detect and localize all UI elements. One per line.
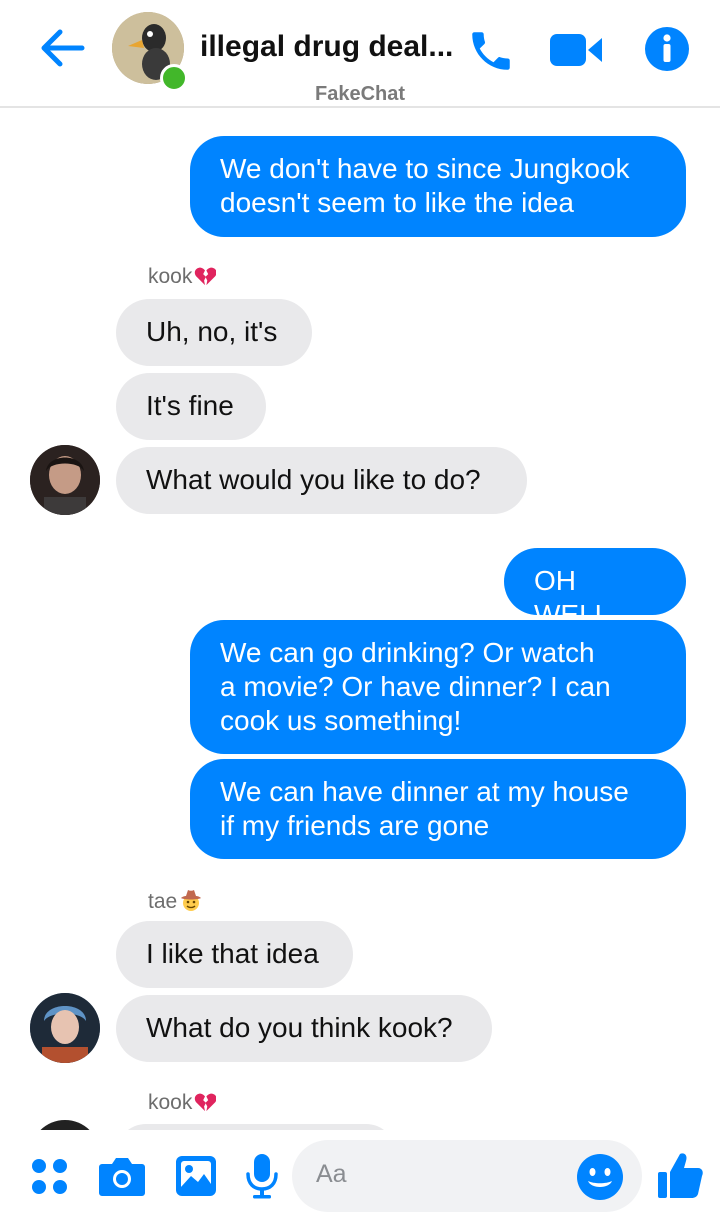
sender-label: kook xyxy=(148,265,193,288)
outgoing-message[interactable]: OH WELL xyxy=(504,548,686,630)
message-line: We can go drinking? Or watch xyxy=(220,637,595,668)
phone-call-icon[interactable] xyxy=(466,26,516,76)
incoming-message[interactable]: Uh, no, it's xyxy=(116,299,312,366)
incoming-message[interactable]: I like that idea xyxy=(116,921,353,988)
back-arrow-icon[interactable] xyxy=(38,24,86,72)
message-line: We can have dinner at my house xyxy=(220,776,629,807)
message-line: We don't have to since Jungkook xyxy=(220,153,630,184)
incoming-message[interactable]: What would you like to do? xyxy=(116,447,527,514)
sender-name: kook xyxy=(148,1091,217,1115)
outgoing-message[interactable]: We can go drinking? Or watch a movie? Or… xyxy=(190,620,686,754)
broken-heart-icon xyxy=(195,1093,217,1112)
message-composer: Aa xyxy=(0,1130,720,1221)
sender-label: kook xyxy=(148,1091,193,1114)
incoming-message[interactable]: It's fine xyxy=(116,373,266,440)
sender-avatar[interactable] xyxy=(30,445,100,515)
cowboy-face-icon xyxy=(181,890,202,911)
message-input-placeholder[interactable]: Aa xyxy=(316,1160,347,1189)
message-line: a movie? Or have dinner? I can xyxy=(220,671,611,702)
thumbs-up-icon[interactable] xyxy=(656,1150,704,1205)
gallery-icon[interactable] xyxy=(174,1154,218,1203)
outgoing-message[interactable]: We don't have to since Jungkook doesn't … xyxy=(190,136,686,237)
sender-name: kook xyxy=(148,265,217,289)
camera-icon[interactable] xyxy=(98,1154,146,1203)
sender-name: tae xyxy=(148,888,203,914)
outgoing-message[interactable]: We can have dinner at my house if my fri… xyxy=(190,759,686,859)
sender-label: tae xyxy=(148,890,178,913)
message-line: doesn't seem to like the idea xyxy=(220,187,575,218)
broken-heart-icon xyxy=(195,267,217,286)
microphone-icon[interactable] xyxy=(244,1152,280,1205)
incoming-message[interactable]: What do you think kook? xyxy=(116,995,492,1062)
video-call-icon[interactable] xyxy=(548,28,604,72)
more-apps-icon[interactable] xyxy=(30,1156,72,1203)
chat-header: illegal drug deal... FakeChat xyxy=(0,0,720,108)
message-thread[interactable]: We don't have to since Jungkook doesn't … xyxy=(0,108,720,1130)
info-icon[interactable] xyxy=(644,26,690,72)
message-line: if my friends are gone xyxy=(220,810,490,841)
message-line: cook us something! xyxy=(220,705,462,736)
app-subtitle: FakeChat xyxy=(314,83,406,105)
emoji-icon[interactable] xyxy=(576,1153,624,1206)
chat-title[interactable]: illegal drug deal... xyxy=(200,30,460,64)
sender-avatar[interactable] xyxy=(30,993,100,1063)
sender-avatar-partial[interactable] xyxy=(30,1120,100,1130)
